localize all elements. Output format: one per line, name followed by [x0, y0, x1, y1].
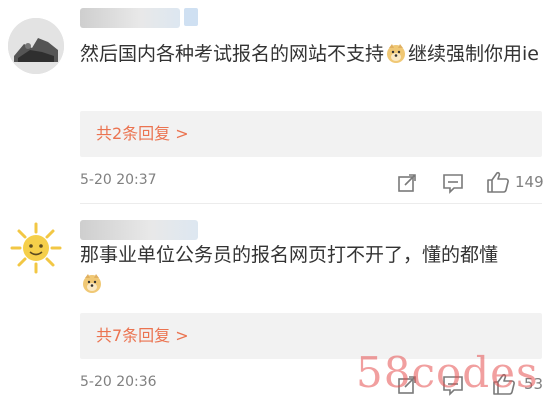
username-redacted[interactable]: [80, 8, 180, 28]
username-redacted[interactable]: [80, 220, 198, 240]
like-count: 149: [515, 173, 544, 191]
comment-text-before: 然后国内各种考试报名的网站不支持: [80, 43, 385, 65]
avatar[interactable]: [8, 18, 64, 74]
view-replies-button[interactable]: 共2条回复 >: [80, 111, 542, 157]
sun-avatar-icon: [10, 222, 62, 274]
comment-item: 然后国内各种考试报名的网站不支持 继续强制你用ie 共2条回复 > 5-20 20…: [0, 0, 554, 202]
user-badge-icon: [184, 8, 198, 26]
comment-text-after: 继续强制你用ie: [408, 43, 539, 65]
doge-emoji-icon: [83, 274, 101, 293]
divider: [80, 203, 542, 204]
comment-icon[interactable]: [442, 172, 464, 194]
comment-text: 那事业单位公务员的报名网页打不开了，懂的都懂: [80, 241, 546, 299]
avatar[interactable]: [8, 220, 64, 276]
share-icon[interactable]: [396, 172, 418, 194]
like-icon[interactable]: [486, 170, 510, 194]
watermark: 58codes: [356, 348, 539, 397]
comment-time: 5-20 20:37: [80, 172, 157, 188]
comment-text-before: 那事业单位公务员的报名网页打不开了，懂的都懂: [80, 244, 499, 266]
comment-text: 然后国内各种考试报名的网站不支持 继续强制你用ie: [80, 40, 546, 69]
doge-emoji-icon: [387, 44, 406, 63]
comment-time: 5-20 20:36: [80, 374, 157, 390]
